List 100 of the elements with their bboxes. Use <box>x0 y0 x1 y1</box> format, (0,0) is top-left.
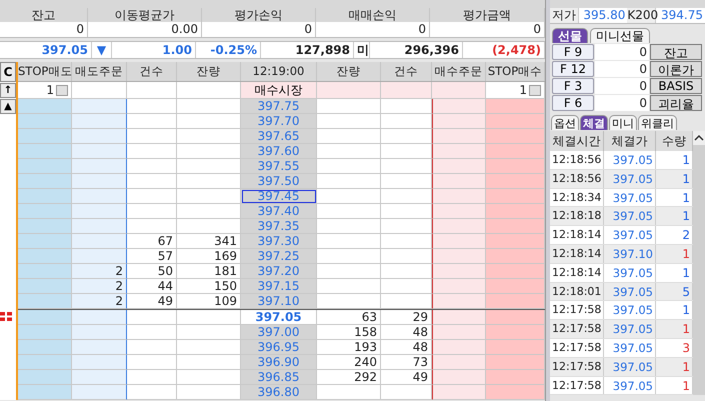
sell-qty-cell <box>177 310 241 325</box>
stop-buy-cell <box>486 129 545 144</box>
sell-qty-cell <box>177 204 241 219</box>
info-button[interactable]: 이론가 <box>650 61 702 77</box>
buy-count-cell: 29 <box>381 310 432 325</box>
buy-qty-cell <box>317 219 381 234</box>
stop-buy-cell <box>486 310 545 325</box>
column-header: 12:19:00 <box>241 62 317 81</box>
trade-time: 12:18:14 <box>550 244 604 263</box>
buy-order-cell <box>432 325 486 340</box>
sell-qty-cell: 181 <box>177 264 241 279</box>
sell-order-cell <box>72 189 127 204</box>
stop-sell-cell <box>18 370 72 385</box>
sell-qty-cell <box>177 129 241 144</box>
contract-value: 0 <box>595 95 649 111</box>
price-change: 1.00 <box>112 42 196 58</box>
buy-order-cell <box>432 279 486 294</box>
contract-code-button[interactable]: F 6 <box>552 95 594 111</box>
open-interest: 296,396 <box>370 42 463 58</box>
buy-qty-cell <box>317 279 381 294</box>
info-button[interactable]: BASIS <box>650 78 702 94</box>
stop-buy-cell <box>486 174 545 189</box>
info-tab[interactable]: 위클리 <box>638 115 677 130</box>
product-tab[interactable]: 선물 <box>552 28 588 43</box>
sell-qty-cell <box>177 99 241 114</box>
stop-sell-cell <box>18 294 72 309</box>
contract-code-button[interactable]: F 9 <box>552 44 594 60</box>
scroll-up-button[interactable]: ▲ <box>0 99 16 114</box>
column-header: 건수 <box>127 62 177 81</box>
clear-button[interactable]: C <box>0 62 16 82</box>
buy-qty-cell <box>317 99 381 114</box>
product-tab[interactable]: 미니선물 <box>590 28 650 43</box>
sell-count-cell <box>127 144 177 159</box>
scroll-up-icon[interactable] <box>693 131 705 145</box>
sell-order-cell: 2 <box>72 279 127 294</box>
buy-qty-cell <box>317 114 381 129</box>
stop-sell-cell <box>18 114 72 129</box>
buy-order-cell <box>432 294 486 309</box>
open-interest-label: 미 <box>354 42 370 58</box>
stop-buy-cell <box>486 370 545 385</box>
buy-order-cell <box>432 99 486 114</box>
stop-sell-cell <box>18 129 72 144</box>
market-buy-button[interactable]: 매수시장 <box>241 82 317 99</box>
info-tab[interactable]: 체결 <box>580 115 608 130</box>
buy-qty-cell <box>317 264 381 279</box>
sell-count-cell <box>127 159 177 174</box>
buy-order-cell <box>432 340 486 355</box>
sell-count-cell <box>127 340 177 355</box>
stop-sell-cell <box>18 144 72 159</box>
stop-sell-cell <box>18 219 72 234</box>
info-button[interactable]: 잔고 <box>650 44 702 60</box>
buy-count-cell <box>381 174 432 189</box>
buy-order-cell <box>432 114 486 129</box>
buy-order-cell <box>432 129 486 144</box>
info-label: 저가 <box>550 8 579 23</box>
info-value: 395.80 <box>582 8 626 23</box>
buy-order-cell <box>432 144 486 159</box>
trade-time: 12:17:58 <box>550 320 604 338</box>
info-tab[interactable]: 미니 <box>609 115 637 130</box>
sell-order-cell <box>72 325 127 340</box>
buy-count-cell <box>381 385 432 400</box>
trade-time: 12:18:34 <box>550 188 604 206</box>
sell-order-cell <box>72 99 127 114</box>
info-button[interactable]: 괴리율 <box>650 95 702 111</box>
up-arrow-button[interactable]: ↑ <box>0 83 16 98</box>
scrollbar[interactable] <box>693 131 705 396</box>
buy-qty-cell <box>317 249 381 264</box>
column-header: 매수주문 <box>432 62 486 81</box>
buy-qty-cell: 193 <box>317 340 381 355</box>
sell-qty-cell <box>177 82 241 99</box>
stop-sell-cell <box>18 279 72 294</box>
info-label: K200 <box>627 8 656 23</box>
sell-order-cell <box>72 249 127 264</box>
stop-sell-cell <box>18 340 72 355</box>
sell-order-cell <box>72 114 127 129</box>
trade-price: 397.05 <box>604 188 656 206</box>
buy-order-cell <box>432 174 486 189</box>
buy-order-cell <box>432 249 486 264</box>
buy-count-cell <box>381 279 432 294</box>
stop-sell-cell <box>18 189 72 204</box>
sell-order-cell: 2 <box>72 264 127 279</box>
stop-buy-cell <box>486 294 545 309</box>
stop-buy-cell <box>486 219 545 234</box>
contract-code-button[interactable]: F 12 <box>552 61 594 77</box>
buy-order-cell <box>432 355 486 370</box>
buy-count-cell: 73 <box>381 355 432 370</box>
stop-buy-cell <box>486 204 545 219</box>
price-level[interactable]: 397.05 <box>241 310 317 325</box>
sell-qty-cell: 169 <box>177 249 241 264</box>
buy-qty-cell <box>317 144 381 159</box>
contract-code-button[interactable]: F 3 <box>552 78 594 94</box>
volume: 127,898 <box>261 42 354 58</box>
info-tab[interactable]: 옵션 <box>551 115 579 130</box>
contract-value: 0 <box>595 61 649 77</box>
trade-price: 397.05 <box>604 207 656 226</box>
sell-order-cell <box>72 159 127 174</box>
sell-order-cell <box>72 340 127 355</box>
buy-order-cell <box>432 189 486 204</box>
column-header: 건수 <box>381 62 432 81</box>
panel-splitter[interactable] <box>545 0 550 401</box>
